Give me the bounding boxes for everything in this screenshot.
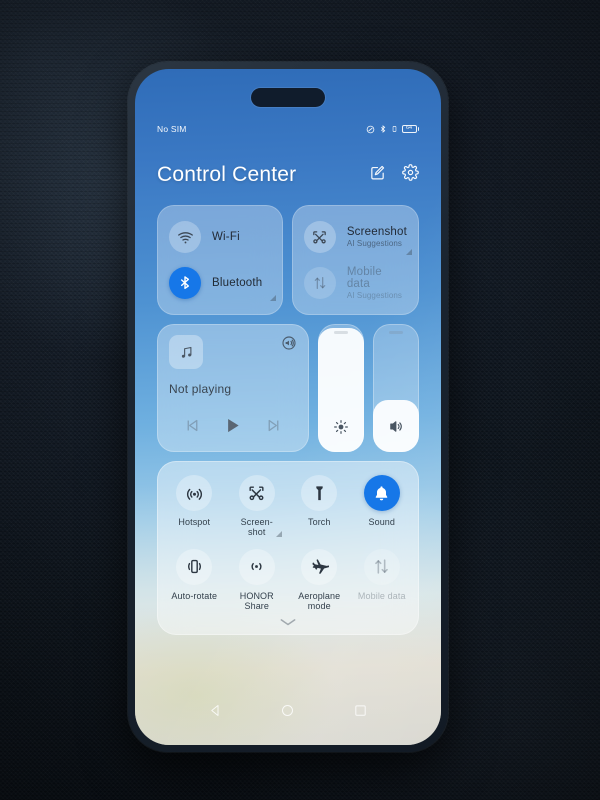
honor-share-icon [238, 548, 275, 585]
toggle-screenshot[interactable]: Screen- shot [226, 475, 289, 538]
media-transport-controls [169, 415, 297, 443]
status-bar: No SIM 64 [135, 121, 441, 137]
page-title: Control Center [157, 163, 297, 186]
bluetooth-expand-arrow-icon[interactable] [269, 295, 276, 301]
toggle-sound[interactable]: Sound [351, 475, 414, 538]
quick-toggles-panel: Hotspot Screen- shot Torch Sound Auto-ro… [157, 461, 419, 636]
cast-audio-icon[interactable] [281, 335, 297, 356]
bell-icon [363, 475, 400, 511]
battery-icon: 64 [401, 125, 419, 133]
toggle-aeroplane-mode-label: Aeroplane mode [298, 590, 341, 612]
connectivity-left-panel: Wi-Fi Bluetooth [157, 205, 283, 315]
bluetooth-icon [169, 267, 201, 299]
music-note-icon [169, 335, 203, 369]
media-and-sliders-row: Not playing [157, 324, 419, 452]
mobile-data-sublabel: AI Suggestions [346, 291, 403, 300]
status-icons: 64 [366, 124, 419, 134]
media-player-header [169, 335, 297, 369]
screenshot-tile[interactable]: Screenshot AI Suggestions [292, 214, 419, 260]
carrier-label: No SIM [157, 124, 187, 134]
wifi-toggle[interactable]: Wi-Fi [157, 214, 283, 260]
screenshot-text: Screenshot AI Suggestions [347, 226, 407, 248]
toggle-mobile-data[interactable]: Mobile data [351, 548, 414, 612]
mobile-data-text: Mobile data AI Suggestions [347, 266, 407, 300]
screenshot-label: Screenshot [346, 226, 407, 238]
toggle-row-2: Auto-rotate HONOR Share Aeroplane mode M… [163, 548, 414, 612]
edit-icon[interactable] [369, 164, 386, 186]
wifi-text: Wi-Fi [212, 231, 240, 243]
toggle-torch[interactable]: Torch [288, 475, 351, 538]
toggle-auto-rotate[interactable]: Auto-rotate [163, 548, 226, 612]
control-center-header: Control Center [157, 153, 419, 197]
toggle-hotspot-label: Hotspot [178, 517, 211, 527]
navigation-bar [135, 695, 441, 731]
bluetooth-toggle[interactable]: Bluetooth [157, 260, 283, 306]
bluetooth-label: Bluetooth [212, 277, 263, 289]
home-icon[interactable] [280, 703, 295, 723]
chevron-down-icon[interactable] [163, 611, 413, 629]
media-player-tile[interactable]: Not playing [157, 324, 309, 452]
mobile-data-icon [303, 267, 336, 299]
toggle-row-1: Hotspot Screen- shot Torch Sound [163, 475, 413, 538]
screenshot-expand-arrow-icon[interactable] [406, 249, 412, 255]
back-icon[interactable] [208, 703, 223, 723]
skip-next-icon[interactable] [265, 417, 282, 439]
recent-apps-icon[interactable] [353, 703, 368, 723]
mobile-data-icon [363, 548, 400, 585]
brightness-slider-notch [334, 331, 348, 334]
connectivity-tiles: Wi-Fi Bluetooth Screenshot AI Suggestion… [157, 205, 419, 315]
aeroplane-icon [301, 548, 338, 585]
battery-level: 64 [405, 125, 413, 132]
screenshot-icon [238, 475, 275, 511]
header-actions [369, 164, 419, 186]
phone-screen: No SIM 64 Control Center Wi-Fi Bluetooth… [135, 69, 441, 745]
do-not-disturb-icon [366, 125, 375, 134]
vibrate-icon [391, 124, 398, 134]
auto-rotate-icon [176, 548, 213, 585]
gear-icon[interactable] [402, 164, 419, 186]
screenshot-sublabel: AI Suggestions [346, 239, 403, 248]
volume-slider-notch [389, 331, 403, 334]
toggle-torch-label: Torch [307, 517, 331, 527]
toggle-honor-share-label: HONOR Share [239, 590, 274, 612]
torch-icon [301, 475, 338, 511]
brightness-slider[interactable] [318, 324, 364, 452]
media-status-label: Not playing [169, 382, 232, 396]
toggle-honor-share[interactable]: HONOR Share [226, 548, 289, 612]
connectivity-right-panel: Screenshot AI Suggestions Mobile data AI… [291, 205, 419, 315]
volume-slider[interactable] [373, 324, 419, 452]
skip-previous-icon[interactable] [184, 417, 201, 439]
phone-device: No SIM 64 Control Center Wi-Fi Bluetooth… [128, 62, 448, 752]
control-center-panel: Control Center Wi-Fi Bluetooth Screensho… [135, 153, 441, 745]
wifi-icon [169, 221, 201, 253]
screenshot-icon [303, 221, 336, 253]
screenshot-expand-arrow-icon[interactable] [276, 530, 282, 537]
toggle-hotspot[interactable]: Hotspot [163, 475, 226, 538]
bluetooth-icon [379, 124, 387, 134]
play-icon[interactable] [222, 415, 243, 441]
mobile-data-label: Mobile data [346, 266, 382, 290]
toggle-aeroplane-mode[interactable]: Aeroplane mode [288, 548, 351, 612]
camera-notch [251, 88, 325, 107]
toggle-mobile-data-label: Mobile data [357, 590, 406, 601]
toggle-sound-label: Sound [368, 517, 396, 527]
hotspot-icon [176, 475, 213, 511]
volume-icon [388, 418, 405, 440]
toggle-screenshot-label: Screen- shot [240, 517, 273, 538]
wifi-label: Wi-Fi [212, 231, 240, 243]
toggle-auto-rotate-label: Auto-rotate [171, 590, 218, 601]
bluetooth-text: Bluetooth [212, 277, 262, 289]
brightness-icon [333, 419, 349, 440]
mobile-data-tile[interactable]: Mobile data AI Suggestions [292, 260, 419, 306]
